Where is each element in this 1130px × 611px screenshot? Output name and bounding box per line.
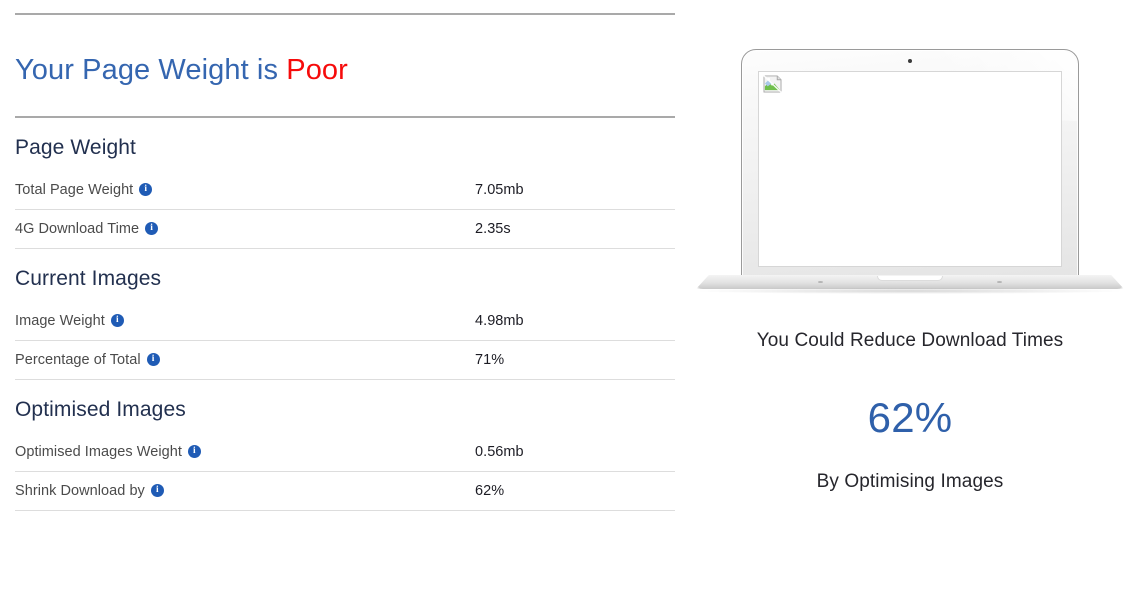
laptop-shadow bbox=[698, 288, 1122, 294]
page-weight-verdict: Poor bbox=[286, 54, 348, 86]
table-row: Image Weight i 4.98mb bbox=[15, 302, 675, 341]
stat-value: 7.05mb bbox=[475, 181, 524, 198]
section-title: Page Weight bbox=[15, 135, 136, 159]
section-title: Optimised Images bbox=[15, 397, 186, 421]
section-current-images: Current Images Image Weight i 4.98mb Per… bbox=[15, 249, 675, 380]
stat-value: 0.56mb bbox=[475, 443, 524, 460]
stat-value: 4.98mb bbox=[475, 312, 524, 329]
info-icon[interactable]: i bbox=[187, 445, 201, 459]
savings-caption-bottom: By Optimising Images bbox=[816, 471, 1004, 492]
stat-value: 62% bbox=[475, 482, 505, 499]
info-icon[interactable]: i bbox=[145, 222, 159, 236]
stat-label: Shrink Download by i bbox=[15, 483, 475, 499]
stat-label-text: Optimised Images Weight bbox=[15, 443, 182, 460]
laptop-screen bbox=[758, 71, 1062, 267]
stat-label: Percentage of Total i bbox=[15, 352, 475, 368]
table-row: Percentage of Total i 71% bbox=[15, 341, 675, 380]
section-page-weight: Page Weight Total Page Weight i 7.05mb 4… bbox=[15, 118, 675, 249]
savings-summary: You Could Reduce Download Times 62% By O… bbox=[690, 330, 1130, 493]
broken-image-icon bbox=[763, 75, 782, 93]
info-icon[interactable]: i bbox=[139, 183, 153, 197]
report-details-column: Your Page Weight is Poor Page Weight Tot… bbox=[0, 0, 690, 611]
stat-label-text: 4G Download Time bbox=[15, 220, 140, 237]
info-icon[interactable]: i bbox=[150, 484, 164, 498]
stat-label-text: Percentage of Total bbox=[15, 351, 141, 368]
table-row: 4G Download Time i 2.35s bbox=[15, 210, 675, 249]
stat-value: 2.35s bbox=[475, 220, 511, 237]
info-icon[interactable]: i bbox=[146, 353, 160, 367]
preview-column: You Could Reduce Download Times 62% By O… bbox=[690, 0, 1130, 611]
page-weight-report: Your Page Weight is Poor Page Weight Tot… bbox=[0, 0, 1130, 611]
stat-label-text: Shrink Download by bbox=[15, 482, 145, 499]
page-title-prefix: Your Page Weight is bbox=[15, 54, 279, 86]
webcam-icon bbox=[908, 59, 912, 63]
table-row: Total Page Weight i 7.05mb bbox=[15, 171, 675, 210]
info-icon[interactable]: i bbox=[110, 314, 124, 328]
stat-label: Image Weight i bbox=[15, 313, 475, 329]
stat-label-text: Image Weight bbox=[15, 312, 105, 329]
laptop-lid bbox=[741, 49, 1079, 282]
laptop-mockup bbox=[690, 40, 1130, 295]
stat-label: 4G Download Time i bbox=[15, 221, 475, 237]
laptop-foot bbox=[997, 281, 1002, 283]
page-title: Your Page Weight is Poor bbox=[0, 15, 690, 87]
section-optimised-images: Optimised Images Optimised Images Weight… bbox=[15, 380, 675, 511]
stat-label: Total Page Weight i bbox=[15, 182, 475, 198]
laptop-notch bbox=[877, 276, 943, 281]
savings-caption-top: You Could Reduce Download Times bbox=[756, 330, 1064, 351]
table-row: Optimised Images Weight i 0.56mb bbox=[15, 433, 675, 472]
stat-label: Optimised Images Weight i bbox=[15, 444, 475, 460]
savings-percent: 62% bbox=[867, 394, 953, 441]
table-row: Shrink Download by i 62% bbox=[15, 472, 675, 511]
stat-label-text: Total Page Weight bbox=[15, 181, 134, 198]
laptop-foot bbox=[818, 281, 823, 283]
stat-value: 71% bbox=[475, 351, 505, 368]
section-title: Current Images bbox=[15, 266, 162, 290]
